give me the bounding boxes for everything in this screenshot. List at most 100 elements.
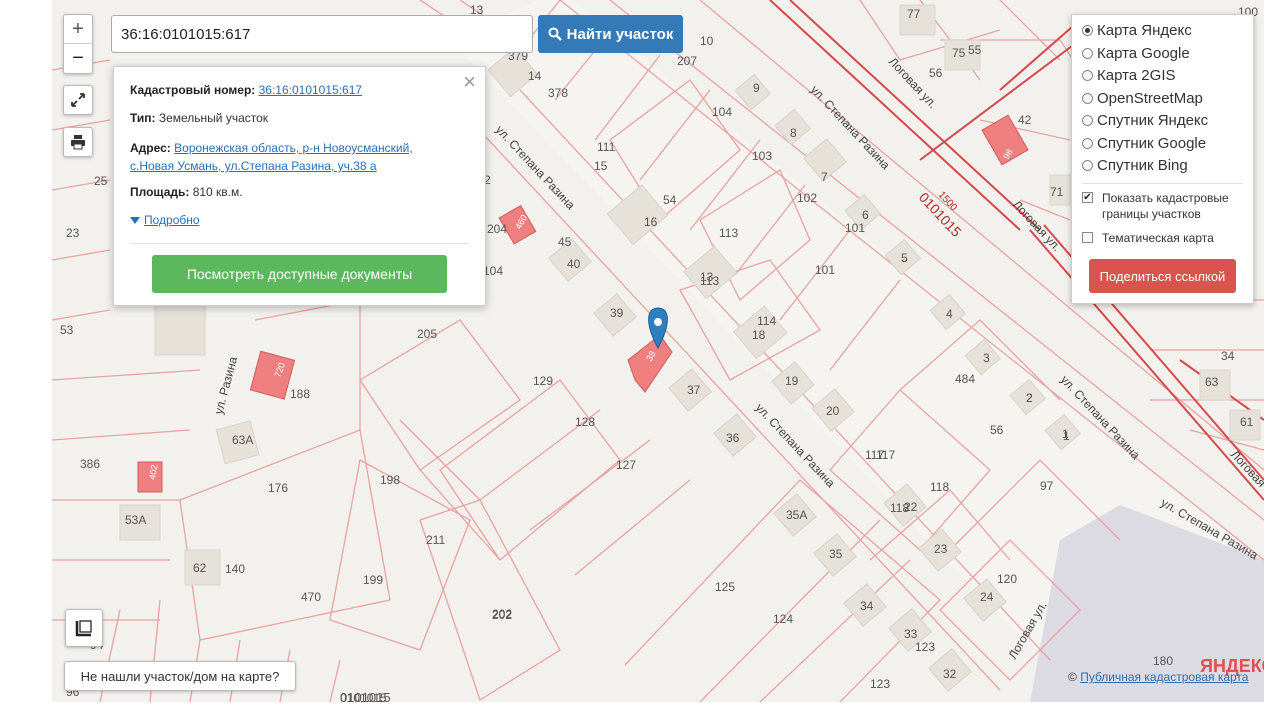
details-link[interactable]: Подробно xyxy=(144,213,200,227)
thematic-map-label: Тематическая карта xyxy=(1102,231,1214,245)
parcel-number: 77 xyxy=(907,7,921,21)
parcel-number: 123 xyxy=(915,640,935,654)
show-cadastral-toggle[interactable]: ✔ Показать кадастровые границы участков xyxy=(1082,190,1229,222)
parcel-number: 104 xyxy=(483,264,503,278)
parcel-number: 42 xyxy=(1018,113,1032,127)
parcel-number: 202 xyxy=(492,607,512,621)
layer-option[interactable]: Карта Яндекс xyxy=(1082,22,1192,39)
parcel-number: 2 xyxy=(1026,391,1033,405)
parcel-number: 113 xyxy=(700,274,719,288)
layer-option-label: Спутник Яндекс xyxy=(1097,112,1209,129)
parcel-number: 55 xyxy=(968,43,982,57)
zoom-out-button[interactable]: − xyxy=(64,43,92,73)
parcel-number: 9 xyxy=(753,81,760,95)
parcel-number: 37 xyxy=(687,383,701,397)
type-value: Земельный участок xyxy=(158,111,269,125)
parcel-number: 54 xyxy=(663,193,677,207)
parcel-number: 19 xyxy=(785,374,799,388)
not-found-button[interactable]: Не нашли участок/дом на карте? xyxy=(64,661,296,691)
radio-icon[interactable] xyxy=(1082,92,1093,104)
parcel-number: 127 xyxy=(616,458,636,472)
parcel-number: 176 xyxy=(268,481,288,495)
parcel-number: 18 xyxy=(752,328,766,342)
parcel-number: 484 xyxy=(955,372,975,386)
radio-icon[interactable] xyxy=(1082,70,1093,81)
parcel-number: 1 xyxy=(1063,429,1070,443)
radio-icon[interactable] xyxy=(1082,160,1093,171)
layer-option[interactable]: OpenStreetMap xyxy=(1082,90,1203,107)
parcel-number: 97 xyxy=(1040,479,1054,493)
parcel-number: 34 xyxy=(1221,349,1235,363)
fullscreen-button[interactable] xyxy=(63,85,93,115)
area-value: 810 кв.м. xyxy=(192,185,243,199)
parcel-number: 111 xyxy=(597,140,616,154)
parcel-number: 120 xyxy=(997,572,1017,586)
parcel-number: 101 xyxy=(845,221,865,235)
street-label: Логовая xyxy=(1228,447,1264,489)
parcel-number: 61 xyxy=(1240,415,1254,429)
parcel-number: 16 xyxy=(644,215,658,229)
street-label: Логовая ул. xyxy=(1010,197,1064,253)
parcel-number: 180 xyxy=(1153,654,1173,668)
parcel-number: 205 xyxy=(417,327,437,341)
parcel-number: 10 xyxy=(700,34,714,48)
divider xyxy=(130,243,469,244)
parcel-number: 40 xyxy=(567,257,581,271)
parcel-number: 6 xyxy=(862,208,869,222)
address-label: Адрес: xyxy=(130,141,171,155)
divider xyxy=(1082,183,1243,184)
parcel-number: 63 xyxy=(1205,375,1219,389)
legend-button[interactable] xyxy=(65,609,103,647)
layer-option-label: Спутник Bing xyxy=(1097,157,1188,174)
address-row: Адрес: Воронежская область, р-н Новоусма… xyxy=(130,139,413,175)
thematic-map-toggle[interactable]: Тематическая карта xyxy=(1082,230,1214,246)
cadastral-number-row: Кадастровый номер: 36:16:0101015:617 xyxy=(130,83,362,97)
parcel-number: 34 xyxy=(860,599,874,613)
street-label: Логовая ул. xyxy=(886,54,940,110)
parcel-number: 7 xyxy=(821,170,828,184)
share-link-button[interactable]: Поделиться ссылкой xyxy=(1089,259,1236,293)
layer-option[interactable]: Спутник Bing xyxy=(1082,157,1188,174)
search-box xyxy=(111,15,533,53)
zoom-in-button[interactable]: + xyxy=(64,15,92,43)
close-icon[interactable]: × xyxy=(463,71,476,93)
parcel-number: 33 xyxy=(904,627,918,641)
address-link-line1[interactable]: Воронежская область, р-н Новоусманский, xyxy=(174,141,413,155)
parcel-number: 199 xyxy=(363,573,383,587)
radio-icon[interactable] xyxy=(1082,137,1093,149)
parcel-number: 62 xyxy=(193,561,207,575)
area-label: Площадь: xyxy=(130,185,190,199)
zoom-control: + − xyxy=(63,14,93,74)
find-parcel-button[interactable]: Найти участок xyxy=(538,15,683,53)
layer-option[interactable]: Карта 2GIS xyxy=(1082,67,1176,84)
print-button[interactable] xyxy=(63,127,93,157)
radio-icon[interactable] xyxy=(1082,115,1093,126)
parcel-number: 207 xyxy=(677,54,697,68)
parcel-number: 45 xyxy=(558,235,572,249)
layer-option[interactable]: Спутник Google xyxy=(1082,135,1206,152)
address-link-line2[interactable]: с.Новая Усмань, ул.Степана Разина, уч.38… xyxy=(130,159,377,173)
layer-option[interactable]: Спутник Яндекс xyxy=(1082,112,1208,129)
parcel-number: 113 xyxy=(719,226,738,240)
cadastral-search-input[interactable] xyxy=(112,16,532,52)
view-documents-button[interactable]: Посмотреть доступные документы xyxy=(152,255,447,293)
details-toggle[interactable]: Подробно xyxy=(130,213,200,227)
show-cadastral-label: Показать кадастровые границы участков xyxy=(1102,191,1229,221)
parcel-number: 22 xyxy=(904,500,918,514)
copyright-symbol: © xyxy=(1068,670,1077,684)
attribution-link[interactable]: Публичная кадастровая карта xyxy=(1080,670,1248,684)
radio-icon[interactable] xyxy=(1082,25,1093,36)
layer-option[interactable]: Карта Google xyxy=(1082,45,1190,62)
street-label: ул. Разина xyxy=(211,355,240,416)
cadastral-number-link[interactable]: 36:16:0101015:617 xyxy=(259,83,362,97)
checkbox-unchecked-icon[interactable] xyxy=(1082,232,1093,243)
parcel-number: 470 xyxy=(301,590,321,604)
parcel-number: 140 xyxy=(225,562,245,576)
parcel-number: 124 xyxy=(773,612,793,626)
radio-icon[interactable] xyxy=(1082,47,1093,59)
parcel-number: 129 xyxy=(533,374,553,388)
layer-option-label: OpenStreetMap xyxy=(1097,89,1203,107)
layer-option-label: Карта Google xyxy=(1097,44,1190,62)
checkbox-checked-icon[interactable]: ✔ xyxy=(1082,192,1093,203)
parcel-number: 56 xyxy=(990,423,1004,437)
